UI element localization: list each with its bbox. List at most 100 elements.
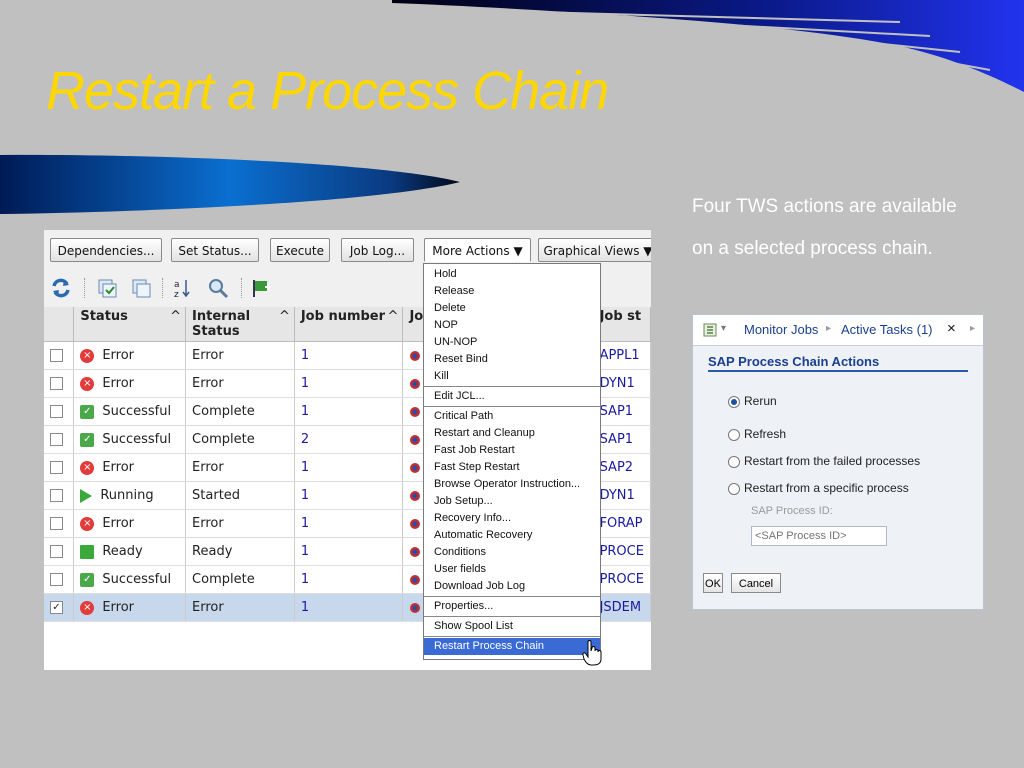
menu-item-restart-and-cleanup[interactable]: Restart and Cleanup	[424, 425, 600, 442]
status-cell: ✓ Successful	[73, 397, 187, 426]
checkbox[interactable]	[50, 489, 63, 502]
sort-icon[interactable]: a z	[172, 277, 194, 299]
chevron-right-icon[interactable]: ▸	[970, 323, 975, 334]
restart-failed-label: Restart from the failed processes	[744, 454, 921, 468]
row-checkbox[interactable]	[44, 397, 75, 426]
refresh-icon[interactable]	[50, 277, 72, 299]
chevron-right-icon: ▸	[826, 323, 832, 334]
menu-item-job-setup[interactable]: Job Setup...	[424, 493, 600, 510]
menu-item-download-job-log[interactable]: Download Job Log	[424, 578, 600, 595]
job-stream-cell[interactable]: FORAP	[593, 509, 651, 538]
process-id-input[interactable]	[751, 526, 887, 546]
checkbox[interactable]	[50, 433, 63, 446]
job-stream-cell[interactable]: JSDEM	[593, 593, 651, 622]
row-checkbox[interactable]: ✓	[44, 593, 75, 622]
sort-caret-icon[interactable]: ^	[279, 309, 290, 324]
job-number-cell[interactable]: 1	[294, 341, 404, 370]
row-checkbox[interactable]	[44, 369, 75, 398]
menu-item-un-nop[interactable]: UN-NOP	[424, 334, 600, 351]
job-stream-cell[interactable]: SAP1	[593, 425, 651, 454]
internal-status-column-header[interactable]: Internal Status ^	[185, 307, 295, 342]
job-stream-cell[interactable]: DYN1	[593, 481, 651, 510]
row-checkbox[interactable]	[44, 341, 75, 370]
dependencies-button[interactable]: Dependencies...	[50, 238, 162, 262]
menu-item-recovery-info[interactable]: Recovery Info...	[424, 510, 600, 527]
job-number-cell[interactable]: 1	[294, 369, 404, 398]
job-number-cell[interactable]: 1	[294, 537, 404, 566]
svg-text:z: z	[174, 290, 179, 299]
job-number-cell[interactable]: 1	[294, 593, 404, 622]
menu-item-browse-operator-instruction[interactable]: Browse Operator Instruction...	[424, 476, 600, 493]
menu-item-kill[interactable]: Kill	[424, 368, 600, 385]
menu-item-edit-jcl[interactable]: Edit JCL...	[424, 388, 600, 405]
menu-item-release[interactable]: Release	[424, 283, 600, 300]
set-status-button[interactable]: Set Status...	[171, 238, 259, 262]
job-stream-column-header[interactable]: Job st	[593, 307, 651, 342]
select-all-icon[interactable]	[96, 277, 118, 299]
job-number-cell[interactable]: 1	[294, 481, 404, 510]
menu-item-properties[interactable]: Properties...	[424, 598, 600, 615]
menu-item-fast-job-restart[interactable]: Fast Job Restart	[424, 442, 600, 459]
sort-caret-icon[interactable]: ^	[388, 309, 399, 324]
ok-button[interactable]: OK	[703, 573, 723, 593]
cancel-button[interactable]: Cancel	[731, 573, 781, 593]
restart-failed-radio[interactable]	[728, 456, 740, 468]
menu-item-hold[interactable]: Hold	[424, 266, 600, 283]
row-checkbox[interactable]	[44, 453, 75, 482]
rerun-radio[interactable]	[728, 396, 740, 408]
row-checkbox[interactable]	[44, 509, 75, 538]
job-log-button[interactable]: Job Log...	[341, 238, 414, 262]
menu-item-reset-bind[interactable]: Reset Bind	[424, 351, 600, 368]
checkbox[interactable]	[50, 573, 63, 586]
add-filter-icon[interactable]	[251, 277, 273, 299]
sort-caret-icon[interactable]: ^	[170, 309, 181, 324]
restart-specific-radio[interactable]	[728, 483, 740, 495]
graphical-views-button[interactable]: Graphical Views ▼	[538, 238, 651, 262]
breadcrumb-monitor-jobs[interactable]: Monitor Jobs	[744, 322, 818, 337]
job-number-column-header[interactable]: Job number ^	[294, 307, 404, 342]
row-checkbox[interactable]	[44, 481, 75, 510]
chevron-down-icon[interactable]: ▾	[721, 323, 726, 334]
job-stream-cell[interactable]: PROCE	[593, 565, 651, 594]
job-stream-cell[interactable]: SAP1	[593, 397, 651, 426]
job-number-cell[interactable]: 2	[294, 425, 404, 454]
job-stream-cell[interactable]: SAP2	[593, 453, 651, 482]
checkbox[interactable]	[50, 545, 63, 558]
row-checkbox[interactable]	[44, 565, 75, 594]
menu-item-fast-step-restart[interactable]: Fast Step Restart	[424, 459, 600, 476]
checkbox[interactable]	[50, 405, 63, 418]
checkbox[interactable]	[50, 517, 63, 530]
job-stream-cell[interactable]: DYN1	[593, 369, 651, 398]
close-icon[interactable]: ×	[947, 320, 956, 337]
job-number-cell[interactable]: 1	[294, 397, 404, 426]
search-icon[interactable]	[207, 277, 229, 299]
execute-button[interactable]: Execute	[270, 238, 330, 262]
checkbox[interactable]	[50, 377, 63, 390]
menu-item-show-spool-list[interactable]: Show Spool List	[424, 618, 600, 635]
menu-item-automatic-recovery[interactable]: Automatic Recovery	[424, 527, 600, 544]
job-stream-cell[interactable]: APPL1	[593, 341, 651, 370]
refresh-radio[interactable]	[728, 429, 740, 441]
breadcrumb-active-tasks[interactable]: Active Tasks (1)	[841, 322, 933, 337]
checkbox[interactable]: ✓	[50, 601, 63, 614]
menu-item-delete[interactable]: Delete	[424, 300, 600, 317]
checkbox[interactable]	[50, 349, 63, 362]
internal-status-cell: Complete	[185, 565, 295, 594]
row-checkbox[interactable]	[44, 425, 75, 454]
job-number-cell[interactable]: 1	[294, 509, 404, 538]
menu-list-icon[interactable]	[703, 323, 717, 337]
job-number-cell[interactable]: 1	[294, 453, 404, 482]
status-column-header[interactable]: Status ^	[73, 307, 187, 342]
menu-item-restart-process-chain[interactable]: Restart Process Chain	[424, 638, 600, 655]
job-stream-cell[interactable]: PROCE	[593, 537, 651, 566]
menu-item-conditions[interactable]: Conditions	[424, 544, 600, 561]
menu-item-user-fields[interactable]: User fields	[424, 561, 600, 578]
job-number-cell[interactable]: 1	[294, 565, 404, 594]
deselect-all-icon[interactable]	[130, 277, 152, 299]
menu-item-nop[interactable]: NOP	[424, 317, 600, 334]
menu-item-critical-path[interactable]: Critical Path	[424, 408, 600, 425]
checkbox[interactable]	[50, 461, 63, 474]
more-actions-button[interactable]: More Actions ▼	[424, 238, 531, 262]
row-checkbox[interactable]	[44, 537, 75, 566]
process-id-label: SAP Process ID:	[751, 505, 833, 517]
